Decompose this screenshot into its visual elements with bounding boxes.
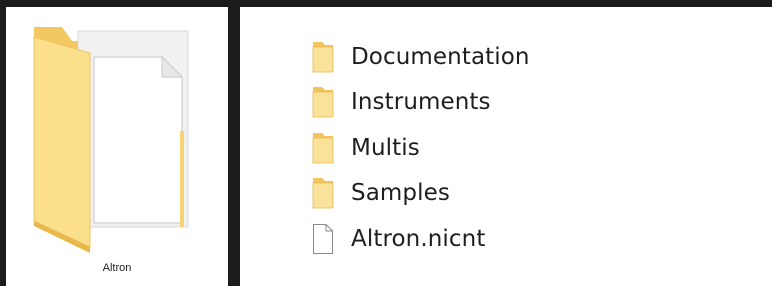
folder-name-label: Altron	[102, 262, 132, 274]
folder-icon	[312, 131, 334, 165]
item-label: Documentation	[351, 43, 530, 70]
folder-icon	[312, 85, 334, 119]
file-list: Documentation Instruments Multis Samples…	[312, 34, 530, 262]
screenshot-root: Altron Documentation Instruments Multis …	[0, 0, 772, 286]
file-list-panel: Documentation Instruments Multis Samples…	[240, 7, 772, 286]
list-item-instruments[interactable]: Instruments	[312, 80, 530, 126]
item-label: Instruments	[351, 89, 491, 116]
item-label: Multis	[351, 134, 420, 161]
list-item-altron-nicnt[interactable]: Altron.nicnt	[312, 216, 530, 262]
file-icon	[312, 222, 334, 256]
list-item-documentation[interactable]: Documentation	[312, 34, 530, 80]
list-item-samples[interactable]: Samples	[312, 171, 530, 217]
folder-icon	[312, 40, 334, 74]
folder-thumbnail-tile[interactable]: Altron	[6, 7, 228, 286]
folder-with-document-icon	[33, 27, 189, 253]
item-label: Altron.nicnt	[351, 225, 486, 252]
list-item-multis[interactable]: Multis	[312, 125, 530, 171]
folder-icon	[312, 176, 334, 210]
item-label: Samples	[351, 180, 450, 207]
